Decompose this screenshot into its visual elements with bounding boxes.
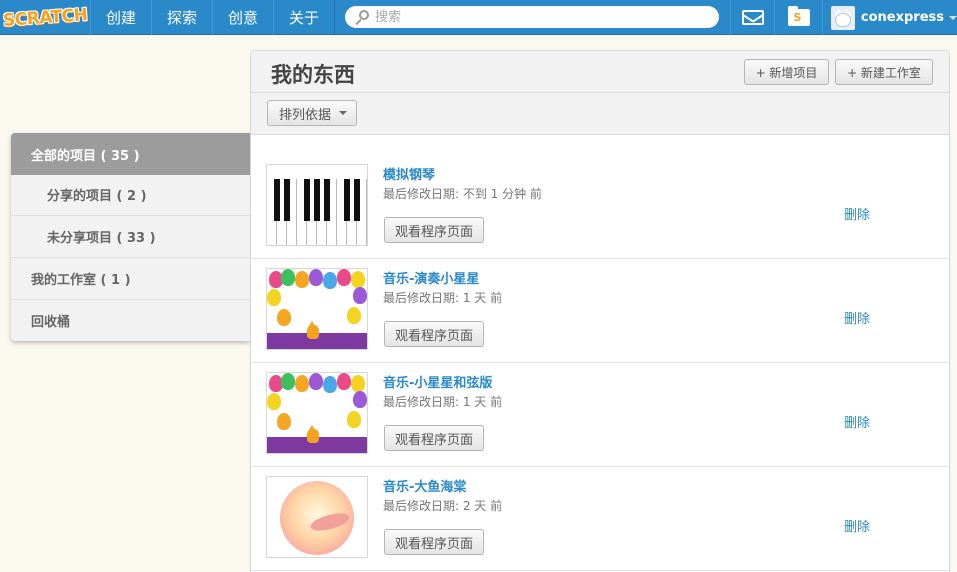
- project-modified-date: 最后修改日期: 1 天 前: [383, 395, 503, 409]
- sidebar-item-my-studios[interactable]: 我的工作室 ( 1 ): [11, 258, 250, 300]
- mail-icon: [741, 10, 764, 25]
- nav-about[interactable]: 关于: [273, 0, 334, 35]
- view-project-page-button[interactable]: 观看程序页面: [384, 217, 484, 243]
- caret-down-icon: [949, 15, 957, 20]
- sidebar-item-label: 未分享项目 ( 33 ): [47, 231, 156, 246]
- sidebar-item-shared-projects[interactable]: 分享的项目 ( 2 ): [11, 174, 250, 216]
- sidebar: 全部的项目 ( 35 ) 分享的项目 ( 2 ) 未分享项目 ( 33 ) 我的…: [11, 133, 250, 341]
- project-row: 音乐-大鱼海棠 最后修改日期: 2 天 前 观看程序页面 删除: [251, 467, 949, 571]
- sidebar-item-label: 回收桶: [31, 314, 71, 330]
- project-modified-date: 最后修改日期: 2 天 前: [383, 499, 503, 513]
- nav-divider: [334, 0, 335, 35]
- page-title: 我的东西: [271, 63, 355, 87]
- view-project-page-button[interactable]: 观看程序页面: [384, 321, 484, 347]
- project-modified-date: 最后修改日期: 不到 1 分钟 前: [383, 187, 542, 201]
- sidebar-item-trash[interactable]: 回收桶: [11, 299, 250, 341]
- sort-bar: 排列依据: [251, 93, 949, 135]
- sidebar-item-all-projects[interactable]: 全部的项目 ( 35 ): [11, 133, 250, 175]
- project-title-link[interactable]: 音乐-小星星和弦版: [383, 372, 492, 391]
- project-thumbnail[interactable]: [266, 372, 368, 454]
- delete-project-link[interactable]: 删除: [844, 308, 870, 327]
- my-stuff-button[interactable]: S: [774, 0, 822, 35]
- panel-header: 我的东西 + 新增项目 + 新建工作室: [251, 51, 949, 93]
- view-project-page-button[interactable]: 观看程序页面: [384, 529, 484, 555]
- project-modified-date: 最后修改日期: 1 天 前: [383, 291, 503, 305]
- sidebar-item-label: 全部的项目 ( 35 ): [31, 148, 140, 164]
- search-icon: [355, 9, 371, 26]
- folder-icon: S: [787, 6, 810, 26]
- nav-ideas[interactable]: 创意: [212, 0, 273, 35]
- new-studio-button[interactable]: + 新建工作室: [835, 59, 933, 85]
- project-title-link[interactable]: 音乐-演奏小星星: [383, 268, 479, 287]
- nav-create[interactable]: 创建: [90, 0, 151, 35]
- project-row: 模拟钢琴 最后修改日期: 不到 1 分钟 前 观看程序页面 删除: [251, 155, 949, 259]
- nav-explore[interactable]: 探索: [151, 0, 212, 35]
- sort-by-label: 排列依据: [279, 107, 332, 123]
- messages-button[interactable]: [730, 0, 774, 35]
- project-title-link[interactable]: 音乐-大鱼海棠: [383, 476, 466, 495]
- sort-by-dropdown[interactable]: 排列依据: [267, 100, 357, 126]
- scratch-logo[interactable]: SCRATCH: [0, 0, 90, 35]
- sidebar-item-unshared-projects[interactable]: 未分享项目 ( 33 ): [11, 216, 250, 258]
- balloons-thumbnail-image: [267, 373, 367, 453]
- project-row: 音乐-小星星和弦版 最后修改日期: 1 天 前 观看程序页面 删除: [251, 363, 949, 467]
- logo-text: SCRATCH: [2, 4, 88, 31]
- account-menu[interactable]: conexpress: [822, 0, 957, 35]
- delete-project-link[interactable]: 删除: [844, 412, 870, 431]
- avatar: [831, 5, 855, 30]
- new-project-button[interactable]: + 新增项目: [744, 59, 829, 85]
- my-stuff-panel: 我的东西 + 新增项目 + 新建工作室 排列依据 模拟钢琴 最后修改日期: 不到…: [250, 50, 950, 572]
- project-thumbnail[interactable]: [266, 268, 368, 350]
- delete-project-link[interactable]: 删除: [844, 516, 870, 535]
- search-box[interactable]: [345, 6, 719, 28]
- piano-thumbnail-image: [267, 179, 367, 245]
- project-title-link[interactable]: 模拟钢琴: [383, 164, 435, 183]
- search-input[interactable]: [375, 7, 705, 27]
- fish-thumbnail-image: [280, 481, 354, 555]
- caret-down-icon: [339, 111, 348, 115]
- delete-project-link[interactable]: 删除: [844, 204, 870, 223]
- sidebar-item-label: 我的工作室 ( 1 ): [31, 273, 131, 288]
- project-thumbnail[interactable]: [266, 476, 368, 558]
- username: conexpress: [860, 10, 944, 25]
- balloons-thumbnail-image: [267, 269, 367, 349]
- top-navigation-bar: SCRATCH 创建 探索 创意 关于 S conexpress: [0, 0, 957, 35]
- project-thumbnail[interactable]: [266, 164, 368, 246]
- sidebar-item-label: 分享的项目 ( 2 ): [47, 189, 147, 204]
- folder-glyph: S: [793, 11, 802, 24]
- view-project-page-button[interactable]: 观看程序页面: [384, 425, 484, 451]
- project-row: 音乐-演奏小星星 最后修改日期: 1 天 前 观看程序页面 删除: [251, 259, 949, 363]
